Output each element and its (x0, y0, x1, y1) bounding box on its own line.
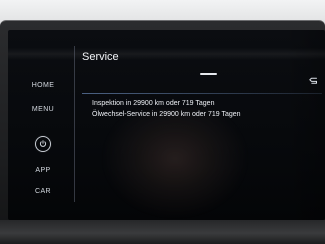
nav-menu-label: MENU (31, 106, 55, 113)
nav-car-label: CAR (35, 188, 51, 195)
nav-car[interactable]: CAR (14, 188, 72, 196)
nav-home-label: HOME (31, 82, 55, 89)
back-arrow-icon[interactable] (307, 76, 319, 86)
service-page: Service Inspektion in 29900 km oder 719 … (82, 46, 322, 196)
photo-scene: HOME MENU APP CAR Service Inspektion in … (0, 0, 325, 244)
power-button[interactable] (35, 136, 51, 152)
nav-app[interactable]: APP (14, 167, 72, 175)
nav-app-label: APP (35, 167, 51, 174)
power-icon (39, 140, 47, 147)
nav-menu[interactable]: MENU (14, 106, 72, 114)
page-indicator (200, 73, 217, 75)
bezel-bottom-lip (0, 220, 325, 244)
page-title: Service (82, 51, 119, 63)
left-nav-panel: HOME MENU APP CAR (14, 46, 75, 202)
oil-service-entry[interactable]: Ölwechsel-Service in 29900 km oder 719 T… (92, 111, 241, 119)
inspection-entry[interactable]: Inspektion in 29900 km oder 719 Tagen (92, 100, 214, 108)
title-underline (82, 93, 322, 94)
nav-home[interactable]: HOME (14, 82, 72, 90)
